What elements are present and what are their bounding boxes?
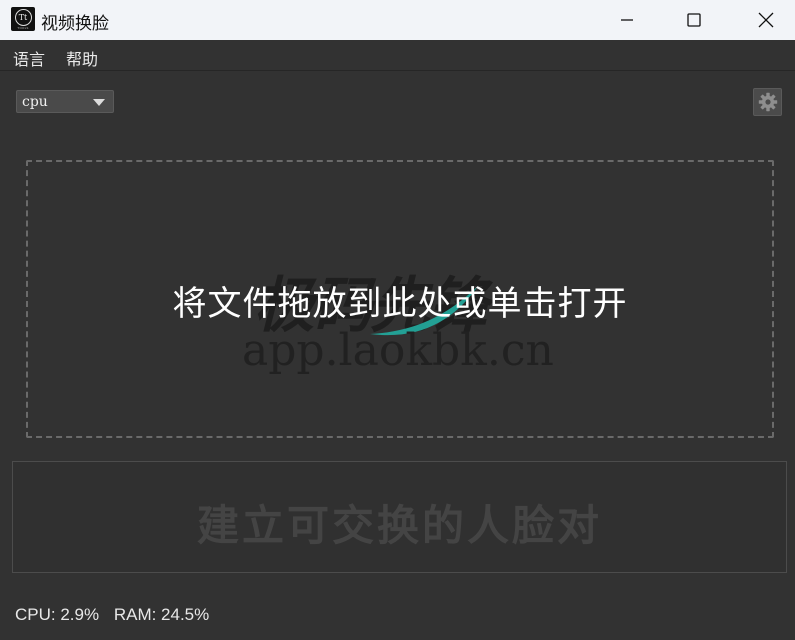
close-button[interactable]	[743, 0, 789, 40]
device-select-value: cpu	[22, 94, 48, 110]
app-logo-caption: TOOLS	[17, 26, 29, 30]
chevron-down-icon	[93, 99, 105, 106]
device-select[interactable]: cpu	[16, 90, 114, 113]
ram-usage: RAM: 24.5%	[113, 605, 210, 624]
minimize-icon	[621, 19, 633, 21]
menu-language[interactable]: 语言	[13, 46, 45, 70]
status-bar: CPU: 2.9% RAM: 24.5%	[15, 605, 219, 625]
app-logo-mark: Tt	[14, 8, 32, 26]
gear-icon	[758, 92, 777, 112]
title-bar: Tt TOOLS 视频换脸	[0, 0, 795, 40]
face-pairs-placeholder: 建立可交换的人脸对	[196, 501, 602, 550]
cpu-usage: CPU: 2.9%	[15, 605, 100, 624]
close-icon	[758, 12, 774, 28]
minimize-button[interactable]	[604, 0, 650, 40]
drop-instruction: 将文件拖放到此处或单击打开	[172, 284, 628, 324]
settings-button[interactable]	[753, 88, 782, 116]
file-drop-zone[interactable]: 极码先锋 app.laokbk.cn 将文件拖放到此处或单击打开	[26, 160, 774, 438]
face-pairs-panel[interactable]: 建立可交换的人脸对	[12, 461, 787, 573]
watermark-url: app.laokbk.cn	[242, 325, 554, 376]
menu-help[interactable]: 帮助	[66, 46, 98, 70]
maximize-icon	[687, 13, 701, 27]
window-title: 视频换脸	[41, 14, 109, 34]
menu-bar: 语言 帮助	[0, 40, 795, 71]
app-logo-icon: Tt TOOLS	[11, 7, 35, 31]
app-window: Tt TOOLS 视频换脸 语言 帮助 cpu 极码先锋 app.laokbk.…	[0, 0, 795, 640]
maximize-button[interactable]	[671, 0, 717, 40]
